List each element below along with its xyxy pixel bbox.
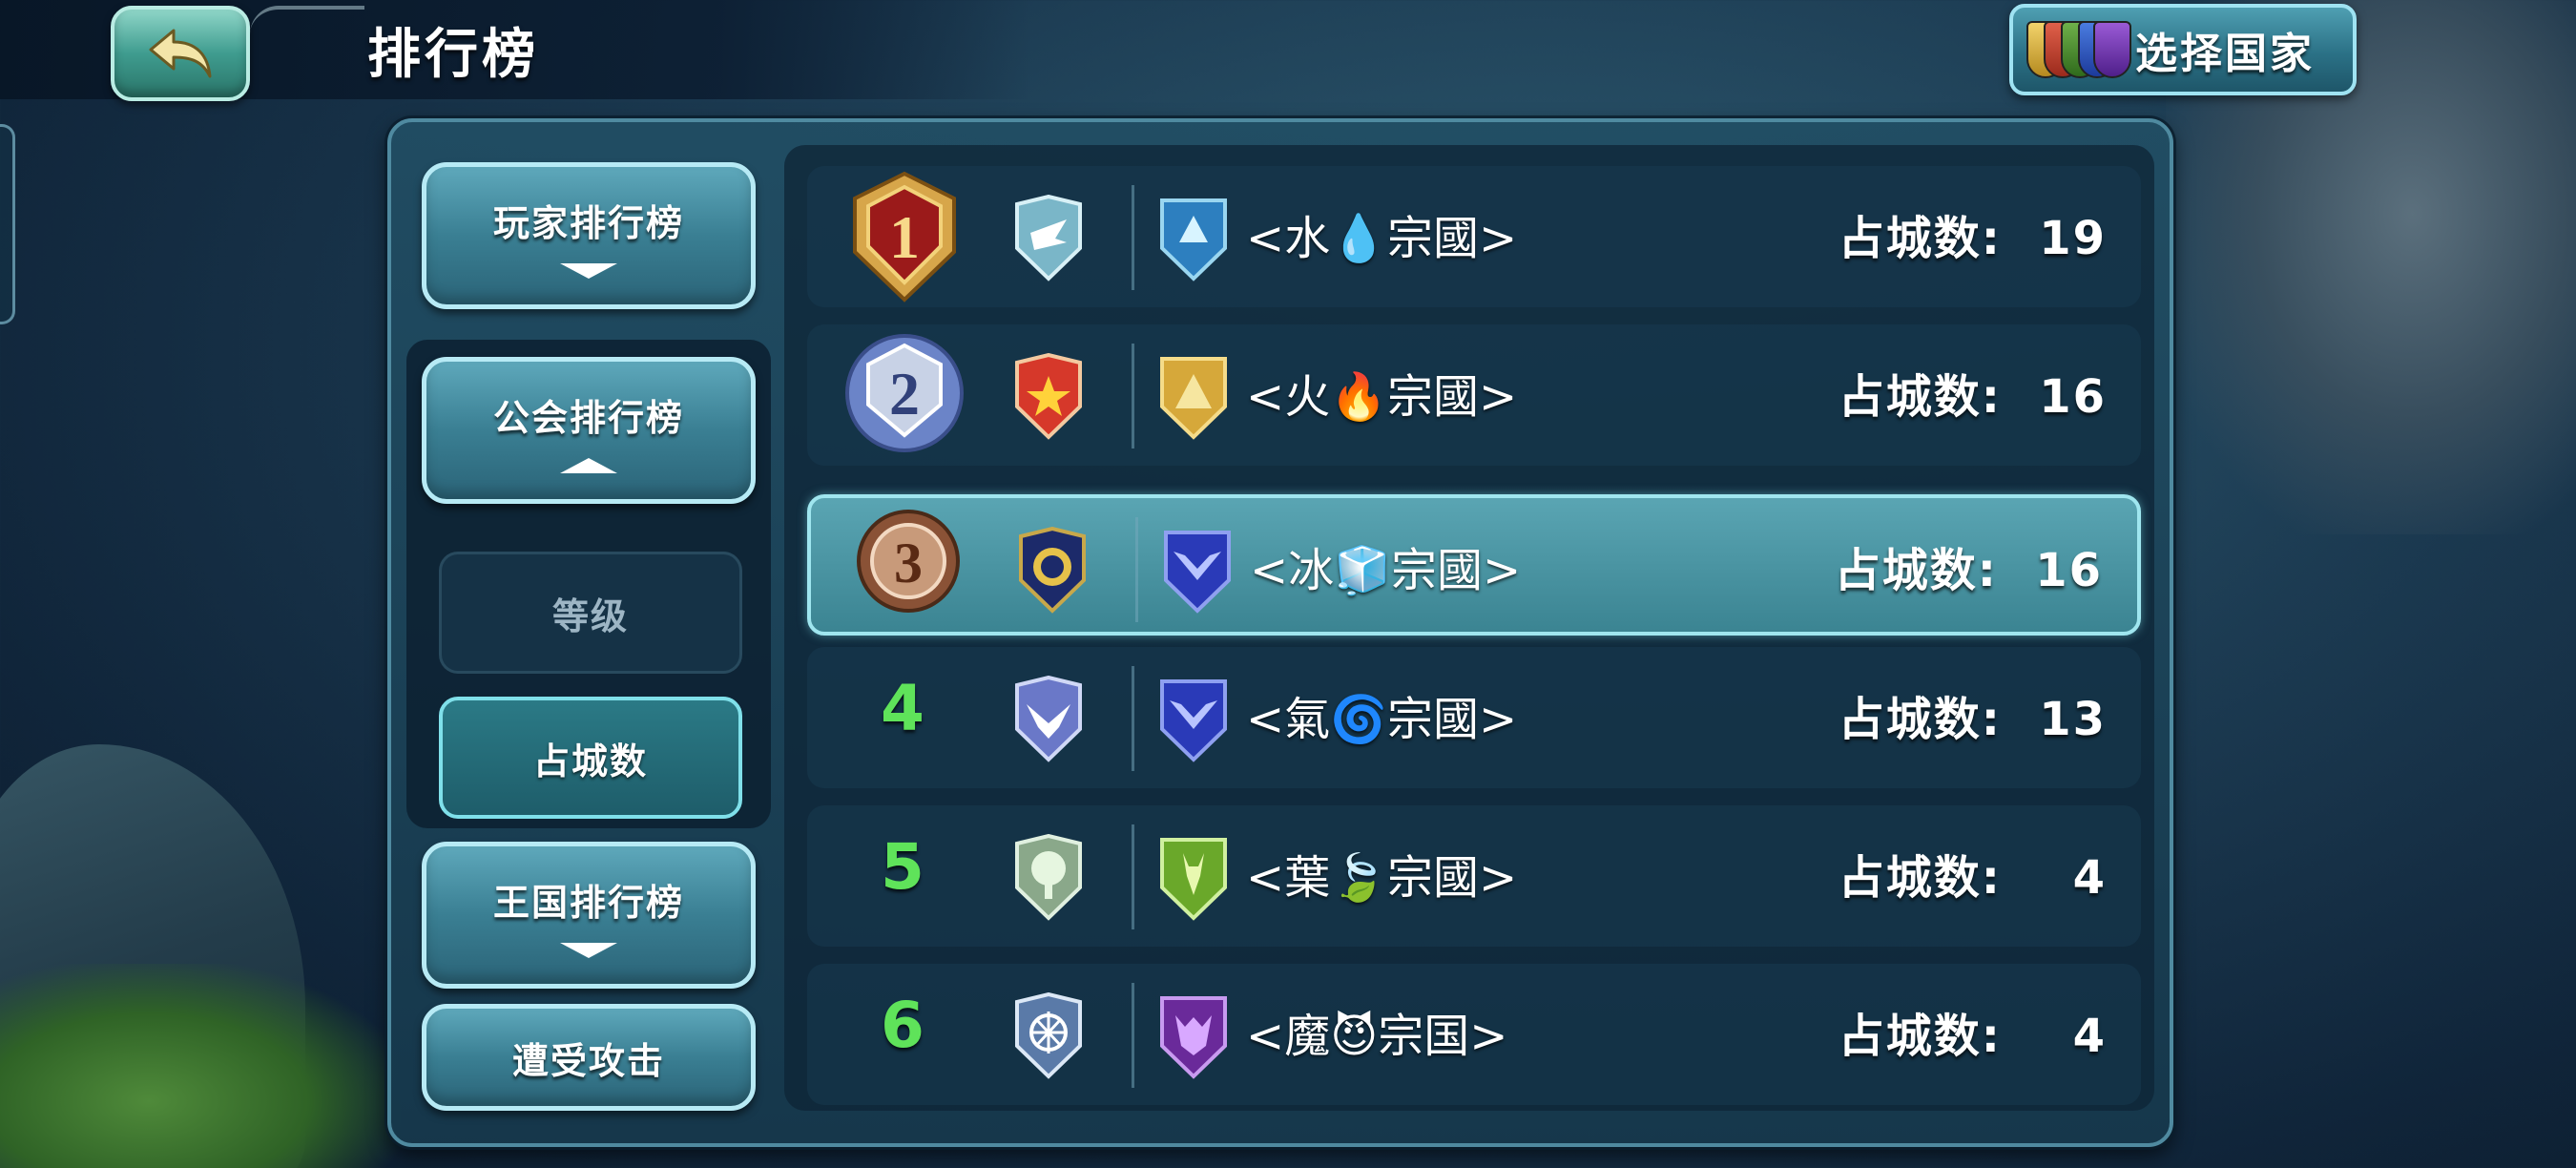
svg-text:1: 1 (889, 203, 920, 271)
nation-name: <氣🌀宗國> (1246, 693, 1518, 746)
stat-value: 16 (2035, 544, 2103, 597)
cities-count: 占城数: 4 (1839, 840, 2107, 907)
stat-value: 13 (2039, 693, 2107, 746)
cities-count: 占城数: 16 (1835, 532, 2103, 599)
stat-label: 占城数: (1838, 370, 2002, 424)
background-grass (0, 964, 401, 1168)
ranking-row[interactable]: 6 <魔😈宗国> 占城数: 4 (807, 964, 2141, 1105)
tree-shield-icon (1011, 834, 1086, 922)
blue-wing-shield-icon (1160, 527, 1235, 615)
svg-text:3: 3 (894, 532, 923, 594)
blue-crown-shield-icon (1156, 195, 1231, 282)
stat-label: 占城数: (1834, 544, 1998, 597)
stat-value: 4 (2072, 1010, 2107, 1063)
row-divider (1132, 983, 1134, 1088)
cities-count: 占城数: 4 (1839, 998, 2107, 1065)
round-seal-shield-icon (1015, 527, 1090, 615)
back-button[interactable] (111, 6, 250, 101)
cities-count: 占城数: 19 (1839, 200, 2107, 267)
chevron-down-icon (560, 942, 617, 958)
rank-number: 6 (881, 989, 924, 1062)
row-divider (1135, 517, 1138, 622)
cities-count: 占城数: 13 (1839, 681, 2107, 748)
stat-label: 占城数: (1838, 693, 2002, 746)
nation-name: <水💧宗國> (1246, 212, 1518, 265)
select-country-label: 选择国家 (2135, 30, 2315, 78)
nation-name: <冰🧊宗國> (1250, 544, 1522, 597)
player-ranking-button[interactable]: 玩家排行榜 (422, 162, 756, 309)
silver-medal-icon: 2 (840, 328, 969, 462)
bronze-medal-icon: 3 (843, 502, 973, 636)
submenu-level-button[interactable]: 等级 (439, 552, 742, 674)
stat-label: 占城数: (1838, 851, 2002, 905)
stat-label: 占城数: (1838, 1010, 2002, 1063)
player-ranking-label: 玩家排行榜 (492, 201, 684, 244)
green-deer-shield-icon (1156, 834, 1231, 922)
star-shield-icon (1011, 353, 1086, 441)
snowflake-shield-icon (1011, 992, 1086, 1080)
ranking-row-selected[interactable]: 3 <冰🧊宗國> 占城数: 16 (807, 494, 2141, 636)
chevron-up-icon (560, 457, 617, 473)
stat-label: 占城数: (1838, 212, 2002, 265)
title-ornament (250, 6, 364, 63)
blue-wing-shield-icon (1156, 676, 1231, 763)
select-country-button[interactable]: 选择国家 (2009, 4, 2357, 95)
country-flags-icon (2026, 15, 2131, 84)
kingdom-ranking-button[interactable]: 王国排行榜 (422, 842, 756, 989)
ranking-row[interactable]: 1 <水💧宗國> 占城数: 19 (807, 166, 2141, 307)
phoenix-shield-icon (1011, 676, 1086, 763)
svg-text:2: 2 (889, 360, 920, 428)
cities-count: 占城数: 16 (1839, 359, 2107, 426)
guild-ranking-button[interactable]: 公会排行榜 (422, 357, 756, 504)
eagle-shield-icon (1011, 195, 1086, 282)
ranking-row[interactable]: 5 <葉🍃宗國> 占城数: 4 (807, 805, 2141, 947)
side-tab-edge[interactable] (0, 124, 15, 324)
page-title: 排行榜 (367, 24, 539, 86)
nation-name: <火🔥宗國> (1246, 370, 1518, 424)
row-divider (1132, 344, 1134, 448)
gold-pyramid-shield-icon (1156, 353, 1231, 441)
purple-demon-shield-icon (1156, 992, 1231, 1080)
nation-name: <葉🍃宗國> (1246, 851, 1518, 905)
row-divider (1132, 666, 1134, 771)
ranking-row[interactable]: 2 <火🔥宗國> 占城数: 16 (807, 324, 2141, 466)
chevron-down-icon (560, 262, 617, 279)
ranking-row[interactable]: 4 <氣🌀宗國> 占城数: 13 (807, 647, 2141, 788)
row-divider (1132, 185, 1134, 290)
nation-name: <魔😈宗国> (1246, 1010, 1508, 1063)
row-divider (1132, 824, 1134, 929)
stat-value: 16 (2039, 370, 2107, 424)
under-attack-button[interactable]: 遭受攻击 (422, 1004, 756, 1111)
gold-medal-icon: 1 (840, 170, 969, 303)
stat-value: 19 (2039, 212, 2107, 265)
stat-value: 4 (2072, 851, 2107, 905)
rank-number: 5 (881, 830, 924, 904)
submenu-cities-button[interactable]: 占城数 (439, 697, 742, 819)
kingdom-ranking-label: 王国排行榜 (492, 881, 684, 924)
guild-ranking-label: 公会排行榜 (492, 396, 684, 439)
rank-number: 4 (881, 672, 924, 745)
back-arrow-icon (149, 29, 212, 78)
under-attack-label: 遭受攻击 (511, 1039, 665, 1082)
